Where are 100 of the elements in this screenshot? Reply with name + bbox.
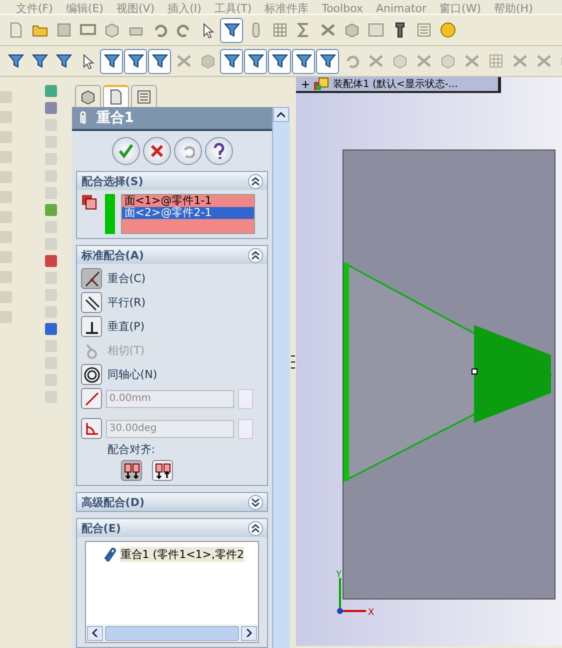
scroll-thumb[interactable] bbox=[105, 626, 240, 640]
funnel-icon bbox=[104, 53, 120, 69]
mate-type-label: 平行(R) bbox=[107, 295, 146, 310]
mate-type-button[interactable] bbox=[81, 292, 102, 313]
cube-icon bbox=[344, 22, 360, 38]
document-icon bbox=[8, 22, 24, 38]
mate-type-button[interactable] bbox=[81, 316, 102, 337]
toolbar-button[interactable] bbox=[316, 48, 339, 74]
section-header[interactable]: 高级配合(D) bbox=[77, 493, 268, 511]
concentric-circles-icon bbox=[84, 366, 100, 382]
funnel-icon bbox=[8, 53, 24, 69]
selection-item[interactable]: 面<1>@零件1-1 bbox=[122, 195, 254, 207]
section-header[interactable]: 配合(E) bbox=[77, 519, 268, 537]
box-icon bbox=[104, 22, 120, 38]
collapse-button[interactable] bbox=[248, 494, 264, 510]
mate-type-button[interactable] bbox=[81, 268, 102, 289]
redo-icon bbox=[176, 22, 192, 38]
menu-item[interactable]: 窗口(W) bbox=[440, 3, 482, 14]
axis-triad-icon bbox=[337, 578, 366, 614]
box-icon bbox=[392, 53, 408, 69]
section-header[interactable]: 配合选择(S) bbox=[77, 172, 268, 190]
menu-item[interactable]: 标准件库 bbox=[264, 3, 309, 14]
vertical-scrollbar[interactable] bbox=[272, 107, 290, 648]
distance-button[interactable] bbox=[81, 388, 102, 409]
section-title: 高级配合(D) bbox=[81, 494, 144, 510]
paperclip-icon bbox=[102, 546, 116, 562]
mate-type-label: 重合(C) bbox=[107, 271, 146, 286]
funnel-icon bbox=[56, 53, 72, 69]
help-button[interactable] bbox=[204, 137, 233, 165]
cube-icon bbox=[80, 88, 96, 104]
funnel-icon bbox=[152, 53, 168, 69]
feature-tree-header[interactable]: 装配体1 (默认<显示状态-... bbox=[296, 77, 501, 93]
menu-item[interactable]: 文件(F) bbox=[16, 3, 53, 14]
document-icon bbox=[108, 89, 124, 105]
tangent-icon bbox=[84, 342, 100, 358]
menu-item[interactable]: 编辑(E) bbox=[66, 3, 104, 14]
section-title: 配合选择(S) bbox=[81, 174, 144, 188]
double-chevron-up-icon bbox=[251, 250, 260, 260]
cube-icon bbox=[200, 53, 216, 69]
toolbar-button[interactable] bbox=[220, 18, 243, 42]
toolbar-button[interactable] bbox=[268, 48, 291, 74]
toolbar-button[interactable] bbox=[244, 48, 267, 74]
scroll-up-button[interactable] bbox=[273, 107, 290, 122]
cancel-button[interactable] bbox=[142, 137, 171, 165]
section-header[interactable]: 标准配合(A) bbox=[77, 246, 268, 264]
collapse-button[interactable] bbox=[248, 520, 264, 536]
faces-icon bbox=[81, 194, 100, 212]
mates-list[interactable]: 重合1 (零件1<1>,零件2 bbox=[85, 541, 260, 643]
menu-item[interactable]: 帮助(H) bbox=[494, 3, 533, 14]
manager-tab[interactable] bbox=[131, 85, 158, 107]
selection-list[interactable]: 面<1>@零件1-1 面<2>@零件2-1 bbox=[121, 194, 256, 234]
toolbar-button[interactable] bbox=[148, 48, 171, 74]
grid-icon bbox=[488, 53, 504, 69]
mate-type-button[interactable] bbox=[81, 364, 102, 385]
toolbar-button[interactable] bbox=[220, 48, 243, 74]
parallel-lines-icon bbox=[84, 294, 100, 310]
section-title: 标准配合(A) bbox=[81, 248, 144, 262]
scroll-right-button[interactable] bbox=[241, 626, 258, 640]
alignment-button[interactable] bbox=[121, 460, 142, 481]
selection-color-bar bbox=[105, 194, 116, 234]
menu-item[interactable]: Animator bbox=[376, 3, 427, 14]
mate-type-label: 垂直(P) bbox=[107, 319, 145, 334]
axis-label: Y bbox=[336, 570, 342, 580]
axis-label: X bbox=[368, 608, 374, 618]
scroll-left-button[interactable] bbox=[87, 626, 104, 640]
angle-icon bbox=[84, 420, 100, 436]
collapse-button[interactable] bbox=[248, 174, 264, 188]
double-chevron-up-icon bbox=[251, 524, 260, 532]
window-icon bbox=[368, 22, 384, 38]
mate-type-label: 相切(T) bbox=[107, 343, 145, 358]
selection-item[interactable]: 面<2>@零件2-1 bbox=[122, 207, 254, 219]
funnel-icon bbox=[32, 53, 48, 69]
collapse-button[interactable] bbox=[248, 248, 264, 262]
toolbar-button[interactable] bbox=[100, 48, 123, 74]
list-icon bbox=[136, 88, 152, 104]
funnel-icon bbox=[128, 53, 144, 69]
mate-item[interactable]: 重合1 (零件1<1>,零件2 bbox=[120, 546, 244, 562]
horizontal-scrollbar[interactable] bbox=[86, 624, 258, 642]
alignment-button[interactable] bbox=[152, 460, 174, 481]
assembly-icon bbox=[313, 77, 329, 91]
ok-button[interactable] bbox=[112, 137, 140, 165]
chevron-right-icon bbox=[246, 629, 252, 637]
menu-item[interactable]: 视图(V) bbox=[116, 3, 155, 14]
toolbar-button[interactable] bbox=[292, 48, 315, 74]
manager-tab[interactable] bbox=[103, 85, 130, 107]
menu-item[interactable]: Toolbox bbox=[322, 3, 363, 14]
chevron-up-icon bbox=[277, 112, 286, 118]
coincident-icon bbox=[84, 270, 100, 286]
angle-button[interactable] bbox=[81, 418, 102, 439]
opposed-arrows-icon bbox=[154, 462, 171, 478]
menu-item[interactable]: 工具(T) bbox=[214, 3, 252, 14]
funnel-icon bbox=[248, 53, 264, 69]
close-icon bbox=[150, 144, 164, 158]
double-chevron-down-icon bbox=[251, 498, 260, 506]
section-title: 配合(E) bbox=[81, 520, 121, 536]
toolbar-button[interactable] bbox=[124, 48, 147, 74]
menu-item[interactable]: 插入(I) bbox=[168, 3, 202, 14]
manager-tab[interactable] bbox=[75, 85, 102, 107]
assembly-name[interactable]: 装配体1 (默认<显示状态-... bbox=[333, 77, 458, 91]
funnel-icon bbox=[320, 53, 336, 69]
